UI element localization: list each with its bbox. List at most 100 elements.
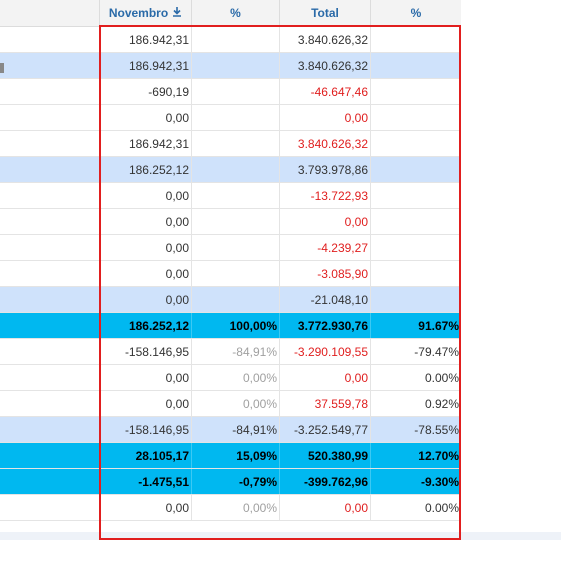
table-row[interactable]: -158.146,95 -84,91% -3.290.109,55 -79.47% [0, 339, 461, 365]
novembro-cell[interactable]: 0,00 [100, 235, 192, 260]
percent-cell[interactable] [192, 209, 280, 234]
novembro-cell[interactable]: 186.252,12 [100, 313, 192, 338]
row-label-cell[interactable] [0, 313, 100, 338]
table-row[interactable]: 0,00 -21.048,10 [0, 287, 461, 313]
percent-cell[interactable]: 0,00% [192, 391, 280, 416]
table-row[interactable]: 0,00 0,00 [0, 209, 461, 235]
percent-cell[interactable] [192, 157, 280, 182]
table-row[interactable]: -1.475,51 -0,79% -399.762,96 -9.30% [0, 469, 461, 495]
percent-cell[interactable]: -0,79% [192, 469, 280, 494]
percent-cell[interactable] [192, 53, 280, 78]
table-row[interactable]: 0,00 0,00 [0, 105, 461, 131]
percent-cell[interactable] [192, 287, 280, 312]
row-label-cell[interactable] [0, 27, 100, 52]
row-label-cell[interactable] [0, 417, 100, 442]
table-row[interactable]: 186.942,31 3.840.626,32 [0, 53, 461, 79]
percent-cell[interactable]: -84,91% [192, 339, 280, 364]
total-percent-cell[interactable]: -79.47% [371, 339, 461, 364]
total-percent-cell[interactable]: 91.67% [371, 313, 461, 338]
row-label-cell[interactable] [0, 131, 100, 156]
row-label-cell[interactable] [0, 261, 100, 286]
total-percent-cell[interactable] [371, 157, 461, 182]
table-row[interactable]: 0,00 -3.085,90 [0, 261, 461, 287]
novembro-cell[interactable]: 0,00 [100, 209, 192, 234]
total-percent-cell[interactable] [371, 183, 461, 208]
table-row[interactable]: 0,00 -4.239,27 [0, 235, 461, 261]
total-cell[interactable]: 520.380,99 [280, 443, 371, 468]
row-label-cell[interactable] [0, 183, 100, 208]
row-label-cell[interactable] [0, 157, 100, 182]
total-percent-cell[interactable] [371, 79, 461, 104]
total-cell[interactable]: 3.793.978,86 [280, 157, 371, 182]
total-cell[interactable]: -13.722,93 [280, 183, 371, 208]
table-row[interactable]: -690,19 -46.647,46 [0, 79, 461, 105]
table-row[interactable]: 0,00 0,00% 0,00 0.00% [0, 365, 461, 391]
table-row[interactable]: -158.146,95 -84,91% -3.252.549,77 -78.55% [0, 417, 461, 443]
novembro-cell[interactable]: 186.942,31 [100, 53, 192, 78]
total-cell[interactable]: 37.559,78 [280, 391, 371, 416]
percent-cell[interactable]: 0,00% [192, 495, 280, 520]
total-percent-cell[interactable] [371, 261, 461, 286]
row-label-cell[interactable] [0, 339, 100, 364]
novembro-cell[interactable]: 0,00 [100, 391, 192, 416]
percent-cell[interactable] [192, 27, 280, 52]
novembro-cell[interactable]: -158.146,95 [100, 417, 192, 442]
download-icon[interactable] [172, 6, 182, 20]
row-label-cell[interactable] [0, 287, 100, 312]
percent-cell[interactable] [192, 105, 280, 130]
percent-cell[interactable]: 100,00% [192, 313, 280, 338]
total-cell[interactable]: -3.252.549,77 [280, 417, 371, 442]
table-row[interactable]: 0,00 0,00% 37.559,78 0.92% [0, 391, 461, 417]
horizontal-scrollbar[interactable] [0, 532, 561, 540]
total-percent-cell[interactable]: 0.92% [371, 391, 461, 416]
novembro-cell[interactable]: -158.146,95 [100, 339, 192, 364]
table-row[interactable]: 28.105,17 15,09% 520.380,99 12.70% [0, 443, 461, 469]
total-percent-cell[interactable] [371, 131, 461, 156]
table-row[interactable]: 186.942,31 3.840.626,32 [0, 27, 461, 53]
percent-cell[interactable] [192, 131, 280, 156]
novembro-cell[interactable]: 186.252,12 [100, 157, 192, 182]
row-label-cell[interactable] [0, 443, 100, 468]
total-cell[interactable]: 3.840.626,32 [280, 53, 371, 78]
novembro-cell[interactable]: -690,19 [100, 79, 192, 104]
total-cell[interactable]: -3.085,90 [280, 261, 371, 286]
header-novembro[interactable]: Novembro [100, 0, 192, 26]
novembro-cell[interactable]: 0,00 [100, 365, 192, 390]
row-label-cell[interactable] [0, 235, 100, 260]
row-label-cell[interactable] [0, 53, 100, 78]
total-cell[interactable]: 0,00 [280, 495, 371, 520]
total-percent-cell[interactable]: -9.30% [371, 469, 461, 494]
total-cell[interactable]: -46.647,46 [280, 79, 371, 104]
total-cell[interactable]: 3.840.626,32 [280, 27, 371, 52]
table-row[interactable]: 0,00 -13.722,93 [0, 183, 461, 209]
total-percent-cell[interactable]: 0.00% [371, 365, 461, 390]
novembro-cell[interactable]: 0,00 [100, 183, 192, 208]
total-percent-cell[interactable] [371, 235, 461, 260]
row-label-cell[interactable] [0, 209, 100, 234]
row-label-cell[interactable] [0, 79, 100, 104]
row-label-cell[interactable] [0, 495, 100, 520]
percent-cell[interactable] [192, 261, 280, 286]
percent-cell[interactable] [192, 183, 280, 208]
novembro-cell[interactable]: 0,00 [100, 105, 192, 130]
novembro-cell[interactable]: -1.475,51 [100, 469, 192, 494]
total-percent-cell[interactable]: 0.00% [371, 495, 461, 520]
header-percent-1[interactable]: % [192, 0, 280, 26]
table-row[interactable]: 186.252,12 100,00% 3.772.930,76 91.67% [0, 313, 461, 339]
table-row[interactable]: 186.942,31 3.840.626,32 [0, 131, 461, 157]
total-cell[interactable]: 0,00 [280, 105, 371, 130]
row-label-cell[interactable] [0, 365, 100, 390]
percent-cell[interactable] [192, 79, 280, 104]
novembro-cell[interactable]: 28.105,17 [100, 443, 192, 468]
total-percent-cell[interactable] [371, 27, 461, 52]
row-label-cell[interactable] [0, 391, 100, 416]
novembro-cell[interactable]: 0,00 [100, 261, 192, 286]
total-percent-cell[interactable] [371, 53, 461, 78]
novembro-cell[interactable]: 186.942,31 [100, 27, 192, 52]
total-cell[interactable]: 3.772.930,76 [280, 313, 371, 338]
novembro-cell[interactable]: 0,00 [100, 287, 192, 312]
percent-cell[interactable] [192, 235, 280, 260]
percent-cell[interactable]: -84,91% [192, 417, 280, 442]
total-percent-cell[interactable] [371, 209, 461, 234]
percent-cell[interactable]: 15,09% [192, 443, 280, 468]
